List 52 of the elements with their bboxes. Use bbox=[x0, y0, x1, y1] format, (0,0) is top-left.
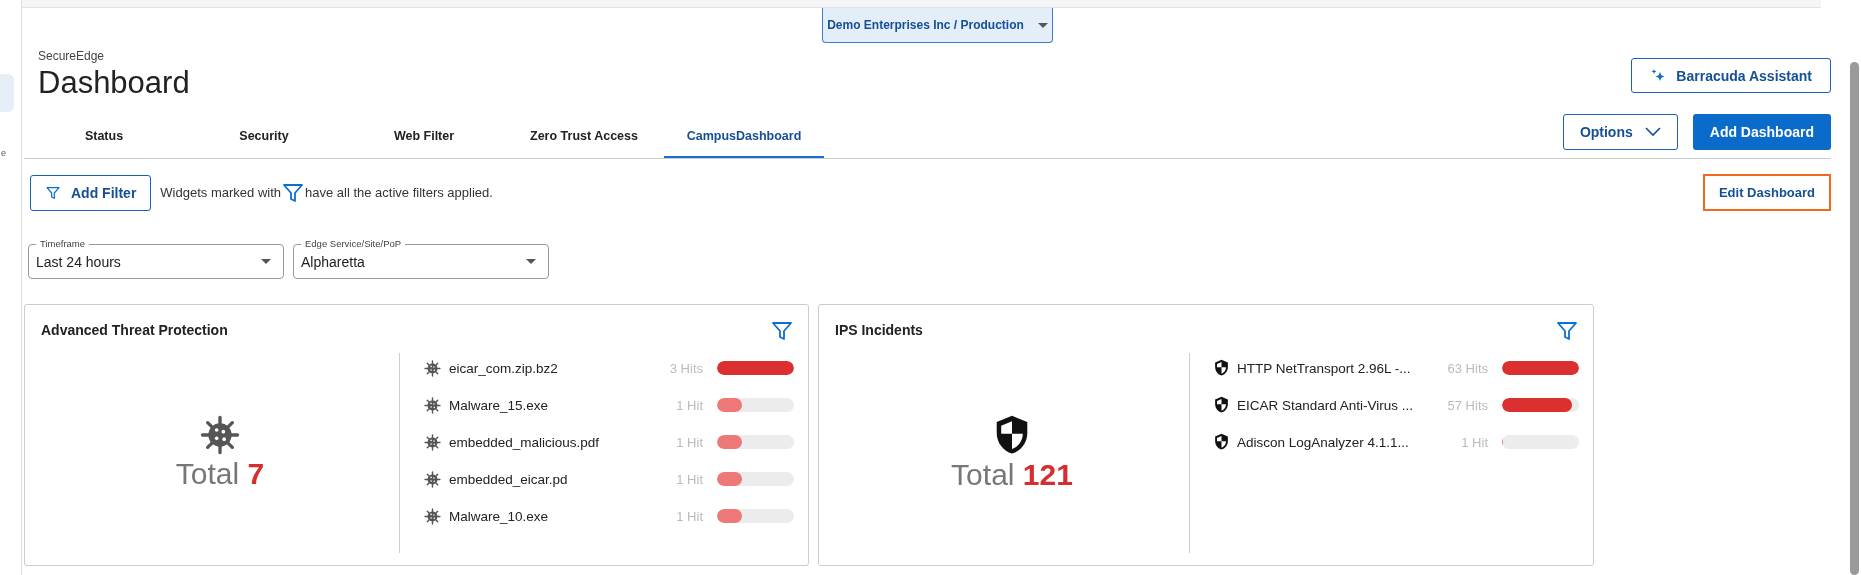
filter-icon bbox=[1555, 319, 1579, 343]
virus-icon bbox=[424, 396, 441, 414]
caret-icon bbox=[1037, 22, 1048, 28]
hit-count: 1 Hit bbox=[676, 508, 703, 524]
options-button[interactable]: Options bbox=[1562, 114, 1678, 150]
total-count: Total 7 bbox=[175, 457, 265, 491]
shield-icon bbox=[1214, 433, 1229, 451]
item-name: Malware_10.exe bbox=[449, 508, 550, 524]
virus-icon bbox=[424, 470, 441, 488]
tenant-selector[interactable]: Demo Enterprises Inc / Production bbox=[822, 8, 1053, 43]
item-name: embedded_malicious.pdf bbox=[449, 434, 601, 450]
tab[interactable]: CampusDashboard bbox=[664, 116, 824, 158]
widget-title: IPS Incidents bbox=[835, 322, 923, 338]
hit-count: 1 Hit bbox=[1461, 434, 1488, 450]
product-name: SecureEdge bbox=[38, 49, 106, 63]
hit-count: 3 Hits bbox=[669, 360, 703, 376]
tab[interactable]: Web Filter bbox=[344, 116, 504, 158]
add-filter-button[interactable]: Add Filter bbox=[30, 174, 152, 211]
shield-icon bbox=[994, 414, 1030, 456]
item-name: Adiscon LogAnalyzer 4.1.1... bbox=[1237, 434, 1410, 450]
hit-count: 1 Hit bbox=[676, 471, 703, 487]
tab[interactable]: Status bbox=[24, 116, 184, 158]
virus-icon bbox=[424, 359, 441, 377]
shield-icon bbox=[1214, 396, 1229, 414]
virus-icon bbox=[200, 415, 240, 455]
filter-icon bbox=[45, 184, 61, 201]
page-title: Dashboard bbox=[38, 65, 190, 101]
tab[interactable]: Zero Trust Access bbox=[504, 116, 664, 158]
filter-icon bbox=[770, 319, 794, 343]
add-dashboard-button[interactable]: Add Dashboard bbox=[1692, 114, 1831, 150]
filter-note: Widgets marked with bbox=[160, 185, 281, 200]
assistant-button[interactable]: Barracuda Assistant bbox=[1631, 58, 1831, 93]
hit-count: 63 Hits bbox=[1447, 360, 1488, 376]
hit-count: 1 Hit bbox=[676, 434, 703, 450]
hit-count: 57 Hits bbox=[1447, 397, 1488, 413]
item-name: embedded_eicar.pd bbox=[449, 471, 569, 487]
widget-title: Advanced Threat Protection bbox=[41, 322, 228, 338]
sidebar-label: e bbox=[1, 148, 6, 158]
virus-icon bbox=[424, 433, 441, 451]
edit-dashboard-button[interactable]: Edit Dashboard bbox=[1702, 174, 1831, 211]
hit-count: 1 Hit bbox=[676, 397, 703, 413]
total-count: Total 121 bbox=[951, 457, 1073, 492]
item-name: HTTP NetTransport 2.96L -... bbox=[1237, 360, 1412, 376]
virus-icon bbox=[424, 507, 441, 525]
item-name: eicar_com.zip.bz2 bbox=[449, 360, 559, 376]
chevron-down-icon bbox=[1644, 127, 1661, 137]
item-name: EICAR Standard Anti-Virus ... bbox=[1237, 397, 1415, 413]
filter-note: have all the active filters applied. bbox=[305, 185, 493, 200]
sidebar-highlight bbox=[0, 74, 14, 112]
item-name: Malware_15.exe bbox=[449, 397, 550, 413]
tab[interactable]: Security bbox=[184, 116, 344, 158]
shield-icon bbox=[1214, 359, 1229, 377]
